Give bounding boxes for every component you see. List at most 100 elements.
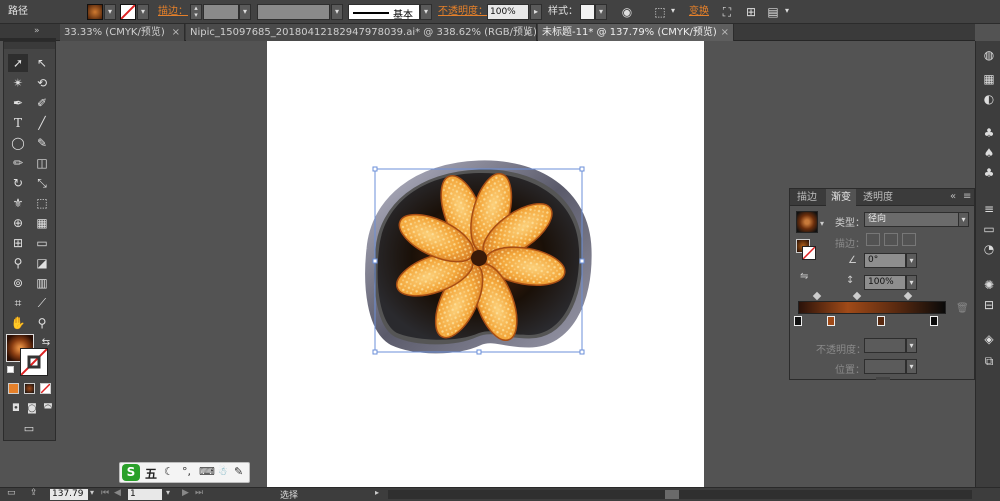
tab-stroke[interactable]: 描边 (792, 189, 822, 206)
gradient-mode-icon[interactable] (24, 383, 35, 394)
midpoint-diamond[interactable] (903, 291, 913, 301)
artboards-icon[interactable]: ⧉ (981, 353, 997, 369)
isolate-icon[interactable]: ⊞ (742, 3, 760, 21)
export-icon[interactable]: ⇪ (30, 488, 38, 498)
symbol-sprayer-tool-icon[interactable]: ⊚ (8, 274, 28, 292)
stroke-weight-field[interactable] (203, 4, 239, 20)
line-tool-icon[interactable]: ╱ (32, 114, 52, 132)
stroke-swatch[interactable] (120, 4, 136, 20)
color-icon[interactable]: ◐ (981, 91, 997, 107)
direct-selection-tool-icon[interactable]: ↖ (32, 54, 52, 72)
align-panel-icon[interactable]: ⊟ (981, 297, 997, 313)
align-dropdown-arrow[interactable]: ▾ (667, 4, 679, 20)
magic-wand-tool-icon[interactable]: ✴ (8, 74, 28, 92)
recolor-artwork-icon[interactable]: ◉ (618, 3, 636, 21)
midpoint-diamond[interactable] (852, 291, 862, 301)
artboard[interactable] (267, 41, 704, 487)
swatches-icon[interactable]: ▦ (981, 71, 997, 87)
reverse-gradient-icon[interactable]: ⇋ (800, 271, 808, 282)
page-dropdown-arrow[interactable]: ▾ (166, 488, 170, 497)
doc-tab-1[interactable]: 33.33% (CMYK/预览) × (60, 24, 185, 41)
variable-width-profile[interactable] (257, 4, 330, 20)
angle-field[interactable]: 0° (864, 253, 906, 268)
prev-artboard-icon[interactable]: ◀ (114, 488, 121, 498)
delete-stop-icon[interactable]: 🗑 (956, 303, 969, 314)
layers-icon[interactable]: ◈ (981, 331, 997, 347)
first-artboard-icon[interactable]: ⏮ (101, 488, 109, 498)
blend-tool-icon[interactable]: ◪ (32, 254, 52, 272)
zoom-dropdown-arrow[interactable]: ▾ (90, 488, 94, 497)
gradient-thumbnail-arrow[interactable]: ▾ (820, 219, 824, 228)
gradient-panel-icon[interactable]: ▭ (981, 221, 997, 237)
brush-definition-field[interactable]: 基本 (348, 4, 420, 21)
artboard-nav-icon[interactable]: ▭ (7, 488, 16, 498)
stroke-indicator[interactable] (802, 246, 816, 260)
style-swatch[interactable] (580, 4, 595, 20)
page-field[interactable]: 1 (128, 489, 162, 500)
width-tool-icon[interactable]: ⚜ (8, 194, 28, 212)
stroke-dropdown-arrow[interactable]: ▾ (137, 4, 149, 20)
fill-swatch[interactable] (87, 4, 103, 20)
horizontal-scrollbar[interactable] (388, 490, 972, 499)
gradient-thumbnail[interactable] (796, 211, 818, 233)
brushes-icon[interactable]: ♠ (981, 145, 997, 161)
midpoint-diamond[interactable] (812, 291, 822, 301)
opacity-arrow[interactable]: ▸ (530, 4, 542, 20)
brush-dropdown-arrow[interactable]: ▾ (420, 4, 432, 20)
zoom-field[interactable]: 137.79 (50, 489, 88, 500)
gradient-stop[interactable] (794, 316, 802, 326)
color-guide-icon[interactable]: ◍ (981, 47, 997, 63)
close-icon[interactable]: × (524, 24, 532, 41)
slice-tool-icon[interactable]: ⟋ (32, 294, 52, 312)
color-mode-icon[interactable] (8, 383, 19, 394)
lasso-tool-icon[interactable]: ⟲ (32, 74, 52, 92)
opacity-label[interactable]: 不透明度： (438, 3, 488, 21)
transparency-panel-icon[interactable]: ◔ (981, 241, 997, 257)
panel-collapse-icon[interactable]: « (950, 191, 956, 202)
angle-dropdown-arrow[interactable]: ▾ (906, 253, 917, 268)
tool-info-arrow[interactable]: ▸ (375, 488, 379, 497)
opacity-field[interactable]: 100% (487, 4, 529, 20)
none-mode-icon[interactable] (40, 383, 51, 394)
artboard-tool-icon[interactable]: ⌗ (8, 294, 28, 312)
eraser-tool-icon[interactable]: ◫ (32, 154, 52, 172)
moon-icon[interactable]: ☾ (164, 465, 174, 478)
gradient-stop[interactable] (930, 316, 938, 326)
transform-label[interactable]: 变换 (689, 3, 709, 21)
wrench-icon[interactable]: ✎ (234, 465, 243, 478)
panel-menu-icon[interactable]: ≡ (963, 191, 971, 202)
stroke-color-box[interactable] (20, 348, 48, 376)
stroke-weight-stepper[interactable]: ▴ ▾ (190, 4, 202, 20)
gradient-stop[interactable] (827, 316, 835, 326)
last-artboard-icon[interactable]: ⏭ (195, 488, 203, 498)
mesh-tool-icon[interactable]: ⊞ (8, 234, 28, 252)
zoom-tool-icon[interactable]: ⚲ (32, 314, 52, 332)
arrange-dropdown-arrow[interactable]: ▾ (781, 4, 793, 20)
tabs-overflow-icon[interactable]: » (34, 26, 40, 36)
selection-tool-icon[interactable]: ➚ (8, 54, 28, 72)
stroke-panel-icon[interactable]: ≡ (981, 201, 997, 217)
punctuation-icon[interactable]: °, (182, 465, 191, 478)
graphic-styles-icon[interactable]: ♣ (981, 165, 997, 181)
next-artboard-icon[interactable]: ▶ (182, 488, 189, 498)
fill-dropdown-arrow[interactable]: ▾ (104, 4, 116, 20)
style-dropdown-arrow[interactable]: ▾ (595, 4, 607, 20)
keyboard-icon[interactable]: ⌨ (199, 465, 215, 478)
gradient-tool-icon[interactable]: ▭ (32, 234, 52, 252)
curvature-tool-icon[interactable]: ✐ (32, 94, 52, 112)
paintbrush-tool-icon[interactable]: ✎ (32, 134, 52, 152)
orange-illustration[interactable] (267, 41, 704, 487)
close-icon[interactable]: × (172, 24, 180, 41)
screen-mode-icon[interactable]: ▭ (18, 420, 40, 438)
close-icon[interactable]: × (721, 24, 729, 41)
column-graph-tool-icon[interactable]: ▥ (32, 274, 52, 292)
type-dropdown-arrow[interactable]: ▾ (958, 212, 969, 227)
pencil-tool-icon[interactable]: ✏ (8, 154, 28, 172)
type-tool-icon[interactable]: T (8, 114, 28, 132)
doc-tab-2[interactable]: Nipic_15097685_20180412182947978039.ai* … (186, 24, 537, 41)
variable-width-dropdown[interactable]: ▾ (331, 4, 343, 20)
gradient-slider[interactable] (798, 301, 946, 314)
eyedropper-tool-icon[interactable]: ⚲ (8, 254, 28, 272)
draw-inside-icon[interactable]: ◚ (38, 400, 58, 418)
rotate-tool-icon[interactable]: ↻ (8, 174, 28, 192)
